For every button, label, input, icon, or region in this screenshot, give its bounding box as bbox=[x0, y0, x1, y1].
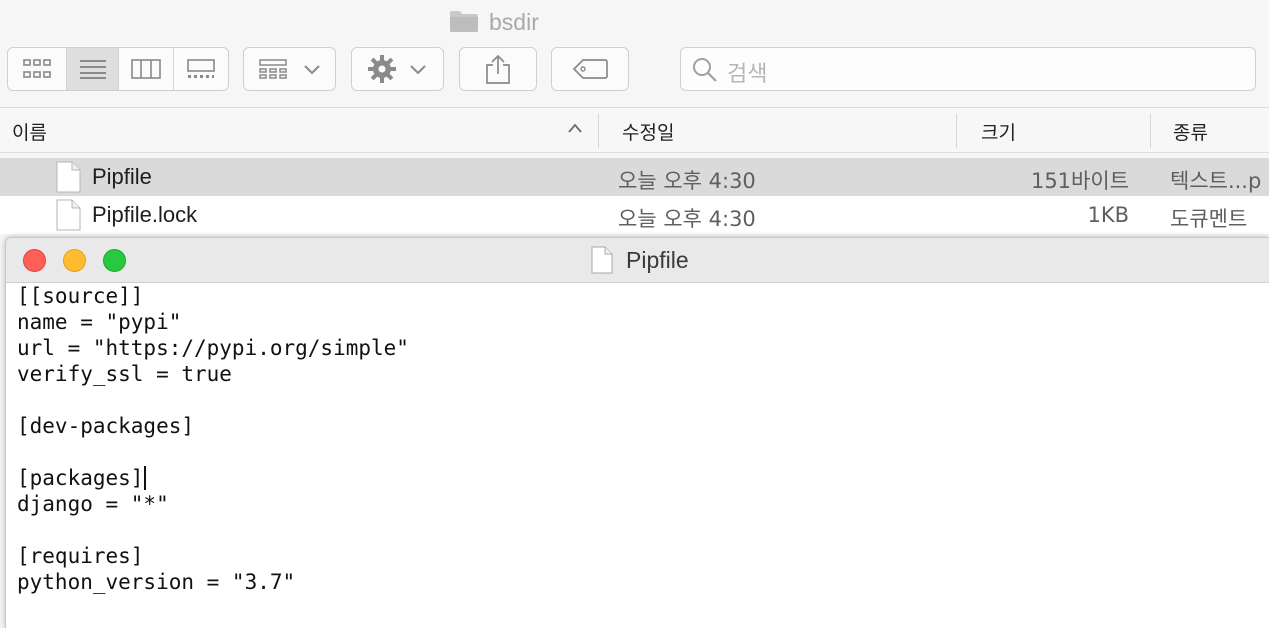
minimize-button[interactable] bbox=[63, 249, 86, 272]
file-size: 1KB bbox=[1087, 203, 1129, 227]
icon-view-icon bbox=[23, 59, 52, 78]
list-view-button[interactable] bbox=[67, 48, 119, 90]
file-name: Pipfile.lock bbox=[92, 202, 198, 227]
text-line bbox=[17, 387, 1257, 413]
gear-icon bbox=[367, 55, 396, 83]
text-line: python_version = "3.7" bbox=[17, 570, 296, 594]
share-button[interactable] bbox=[459, 47, 537, 91]
file-size: 151바이트 bbox=[1030, 169, 1129, 193]
text-line: name = "pypi" bbox=[17, 310, 182, 334]
text-line bbox=[17, 517, 1257, 543]
text-line: verify_ssl = true bbox=[17, 362, 232, 386]
document-icon bbox=[591, 246, 613, 274]
column-divider[interactable] bbox=[956, 114, 957, 148]
tag-icon bbox=[572, 59, 608, 79]
group-by-button[interactable] bbox=[243, 47, 336, 91]
file-modified: 오늘 오후 4:30 bbox=[618, 169, 756, 193]
chevron-down-icon bbox=[409, 65, 426, 75]
column-divider[interactable] bbox=[598, 114, 599, 148]
text-line: [[source]] bbox=[17, 284, 144, 308]
text-line: django = "*" bbox=[17, 492, 169, 516]
sort-ascending-icon[interactable] bbox=[567, 122, 583, 134]
view-mode-segmented-control bbox=[7, 47, 229, 91]
list-view-icon bbox=[79, 60, 106, 79]
search-placeholder: 검색 bbox=[727, 62, 768, 87]
textedit-titlebar[interactable]: Pipfile bbox=[6, 238, 1269, 283]
file-name: Pipfile bbox=[92, 164, 152, 189]
share-icon bbox=[486, 54, 510, 84]
text-line: [dev-packages] bbox=[17, 414, 195, 438]
column-header-modified[interactable]: 수정일 bbox=[622, 118, 674, 145]
zoom-button[interactable] bbox=[103, 249, 126, 272]
file-row[interactable]: Pipfile 오늘 오후 4:30 151바이트 텍스트...p bbox=[0, 158, 1269, 196]
file-modified: 오늘 오후 4:30 bbox=[618, 207, 756, 231]
group-by-icon bbox=[258, 59, 287, 79]
column-view-button[interactable] bbox=[119, 48, 174, 90]
close-button[interactable] bbox=[23, 249, 46, 272]
finder-toolbar: 검색 bbox=[0, 47, 1269, 93]
text-line bbox=[17, 439, 1257, 465]
folder-icon bbox=[450, 11, 478, 32]
column-divider[interactable] bbox=[1150, 114, 1151, 148]
file-row[interactable]: Pipfile.lock 오늘 오후 4:30 1KB 도큐멘트 bbox=[0, 196, 1269, 234]
search-field[interactable]: 검색 bbox=[680, 47, 1256, 91]
file-kind: 텍스트...p bbox=[1170, 169, 1262, 193]
text-line: url = "https://pypi.org/simple" bbox=[17, 336, 409, 360]
text-line: [packages] bbox=[17, 465, 1257, 491]
text-editor-area[interactable]: [[source]] name = "pypi" url = "https://py… bbox=[17, 283, 1257, 623]
finder-titlebar: bsdir bbox=[0, 6, 1000, 36]
chevron-down-icon bbox=[303, 65, 320, 75]
column-header-size[interactable]: 크기 bbox=[981, 118, 1016, 145]
finder-window-title: bsdir bbox=[489, 9, 539, 35]
text-line: [requires] bbox=[17, 544, 144, 568]
column-header-row: 이름 수정일 크기 종류 bbox=[0, 107, 1269, 153]
text-caret bbox=[144, 466, 147, 490]
gallery-view-icon bbox=[186, 59, 215, 78]
textedit-window-title: Pipfile bbox=[626, 247, 689, 273]
textedit-window: Pipfile [[source]] name = "pypi" url = "ht… bbox=[5, 237, 1269, 628]
tags-button[interactable] bbox=[551, 47, 629, 91]
document-icon bbox=[56, 161, 81, 193]
search-icon bbox=[693, 58, 717, 82]
column-header-name[interactable]: 이름 bbox=[12, 118, 47, 145]
column-view-icon bbox=[130, 59, 161, 79]
gallery-view-button[interactable] bbox=[174, 48, 229, 90]
file-kind: 도큐멘트 bbox=[1170, 207, 1248, 231]
column-header-kind[interactable]: 종류 bbox=[1173, 118, 1208, 145]
document-icon bbox=[56, 199, 81, 231]
icon-view-button[interactable] bbox=[8, 48, 68, 90]
action-menu-button[interactable] bbox=[351, 47, 444, 91]
